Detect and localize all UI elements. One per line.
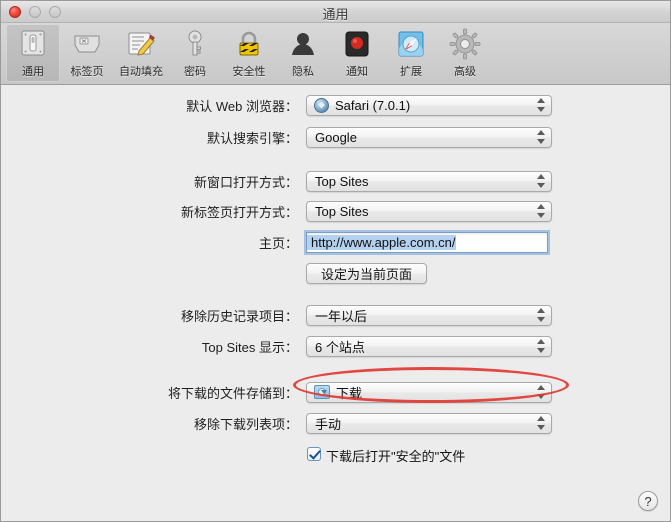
notification-dot-icon bbox=[341, 28, 373, 60]
row-default-search: 默认搜索引擎： Google bbox=[1, 126, 670, 148]
remove-download-items-select[interactable]: 手动 bbox=[306, 412, 552, 434]
toolbar-item-label: 密码 bbox=[184, 66, 206, 78]
toolbar-item-advanced[interactable]: 高级 bbox=[438, 24, 492, 82]
default-browser-select[interactable]: Safari (7.0.1) bbox=[306, 94, 552, 116]
default-browser-label: 默认 Web 浏览器： bbox=[186, 98, 298, 114]
set-current-page-button[interactable]: 设定为当前页面 bbox=[306, 262, 428, 284]
row-top-sites: Top Sites 显示： 6 个站点 bbox=[1, 335, 670, 357]
new-window-select[interactable]: Top Sites bbox=[306, 170, 552, 192]
default-browser-value: Safari (7.0.1) bbox=[335, 97, 411, 113]
stepper-arrows-icon[interactable] bbox=[537, 307, 546, 323]
toolbar-item-label: 标签页 bbox=[70, 66, 104, 78]
title-bar: 通用 bbox=[1, 1, 670, 23]
checkbox-checked-icon[interactable] bbox=[307, 447, 321, 461]
default-search-select[interactable]: Google bbox=[306, 126, 552, 148]
preferences-toolbar: 通用 标签页 自动填充 密码 安全性 隐私 通知 扩展 高级 bbox=[1, 23, 670, 85]
general-switch-icon bbox=[17, 28, 49, 60]
safari-preferences-window: 通用 通用 标签页 自动填充 密码 安全性 隐私 通知 扩展 高级 默认 Web… bbox=[0, 0, 671, 522]
download-location-value: 下载 bbox=[336, 385, 363, 401]
remove-history-value: 一年以后 bbox=[315, 308, 368, 324]
toolbar-item-label: 安全性 bbox=[232, 66, 266, 78]
open-safe-files-label: 下载后打开"安全的"文件 bbox=[326, 449, 466, 464]
remove-history-select[interactable]: 一年以后 bbox=[306, 304, 552, 326]
toolbar-item-label: 隐私 bbox=[292, 66, 314, 78]
toolbar-item-general[interactable]: 通用 bbox=[6, 24, 60, 82]
toolbar-item-privacy[interactable]: 隐私 bbox=[276, 24, 330, 82]
remove-download-items-value: 手动 bbox=[315, 416, 342, 432]
gear-icon bbox=[449, 28, 481, 60]
row-download-location: 将下载的文件存储到： 下载 bbox=[1, 381, 670, 403]
extensions-puzzle-icon bbox=[395, 28, 427, 60]
safari-compass-icon bbox=[314, 97, 329, 113]
default-search-value: Google bbox=[315, 129, 357, 145]
top-sites-label: Top Sites 显示： bbox=[201, 339, 298, 355]
new-tab-select[interactable]: Top Sites bbox=[306, 200, 552, 222]
stepper-arrows-icon[interactable] bbox=[537, 415, 546, 431]
new-tab-label: 新标签页打开方式： bbox=[180, 204, 298, 220]
toolbar-item-autofill[interactable]: 自动填充 bbox=[114, 24, 168, 82]
row-remove-download-items: 移除下载列表项： 手动 bbox=[1, 412, 670, 434]
new-tab-value: Top Sites bbox=[315, 203, 369, 219]
homepage-value: http://www.apple.com.cn/ bbox=[307, 234, 456, 250]
open-safe-files-checkbox-row[interactable]: 下载后打开"安全的"文件 bbox=[307, 446, 465, 465]
stepper-arrows-icon[interactable] bbox=[537, 97, 546, 113]
help-button[interactable]: ? bbox=[638, 491, 658, 511]
toolbar-item-label: 自动填充 bbox=[119, 66, 163, 78]
stepper-arrows-icon[interactable] bbox=[537, 203, 546, 219]
remove-download-items-label: 移除下载列表项： bbox=[193, 416, 298, 432]
new-window-label: 新窗口打开方式： bbox=[193, 174, 298, 190]
person-icon bbox=[287, 28, 319, 60]
tabs-icon bbox=[71, 28, 103, 60]
toolbar-item-extensions[interactable]: 扩展 bbox=[384, 24, 438, 82]
autofill-pencil-icon bbox=[125, 28, 157, 60]
toolbar-item-security[interactable]: 安全性 bbox=[222, 24, 276, 82]
row-new-tab: 新标签页打开方式： Top Sites bbox=[1, 200, 670, 222]
toolbar-item-label: 扩展 bbox=[400, 66, 422, 78]
row-remove-history: 移除历史记录项目： 一年以后 bbox=[1, 304, 670, 326]
stepper-arrows-icon[interactable] bbox=[537, 384, 546, 400]
row-set-current-page: 设定为当前页面 bbox=[1, 262, 670, 284]
row-default-browser: 默认 Web 浏览器： Safari (7.0.1) bbox=[1, 94, 670, 116]
row-homepage: 主页： http://www.apple.com.cn/ bbox=[1, 231, 670, 253]
stepper-arrows-icon[interactable] bbox=[537, 338, 546, 354]
homepage-label: 主页： bbox=[258, 235, 298, 251]
toolbar-item-tabs[interactable]: 标签页 bbox=[60, 24, 114, 82]
default-search-label: 默认搜索引擎： bbox=[206, 130, 298, 146]
downloads-folder-icon bbox=[314, 385, 330, 399]
key-icon bbox=[179, 28, 211, 60]
row-new-window: 新窗口打开方式： Top Sites bbox=[1, 170, 670, 192]
preferences-content: 默认 Web 浏览器： Safari (7.0.1) 默认搜索引擎： Googl… bbox=[1, 85, 670, 521]
stepper-arrows-icon[interactable] bbox=[537, 173, 546, 189]
window-title: 通用 bbox=[322, 7, 349, 22]
new-window-value: Top Sites bbox=[315, 173, 369, 189]
toolbar-item-label: 高级 bbox=[454, 66, 476, 78]
toolbar-item-label: 通用 bbox=[22, 66, 44, 78]
toolbar-item-label: 通知 bbox=[346, 66, 368, 78]
top-sites-value: 6 个站点 bbox=[315, 339, 365, 355]
lock-icon bbox=[233, 28, 265, 60]
homepage-input[interactable]: http://www.apple.com.cn/ bbox=[306, 231, 548, 253]
toolbar-item-notifications[interactable]: 通知 bbox=[330, 24, 384, 82]
stepper-arrows-icon[interactable] bbox=[537, 129, 546, 145]
top-sites-select[interactable]: 6 个站点 bbox=[306, 335, 552, 357]
download-location-label: 将下载的文件存储到： bbox=[167, 385, 298, 401]
toolbar-item-passwords[interactable]: 密码 bbox=[168, 24, 222, 82]
download-location-select[interactable]: 下载 bbox=[306, 381, 552, 403]
remove-history-label: 移除历史记录项目： bbox=[180, 308, 298, 324]
